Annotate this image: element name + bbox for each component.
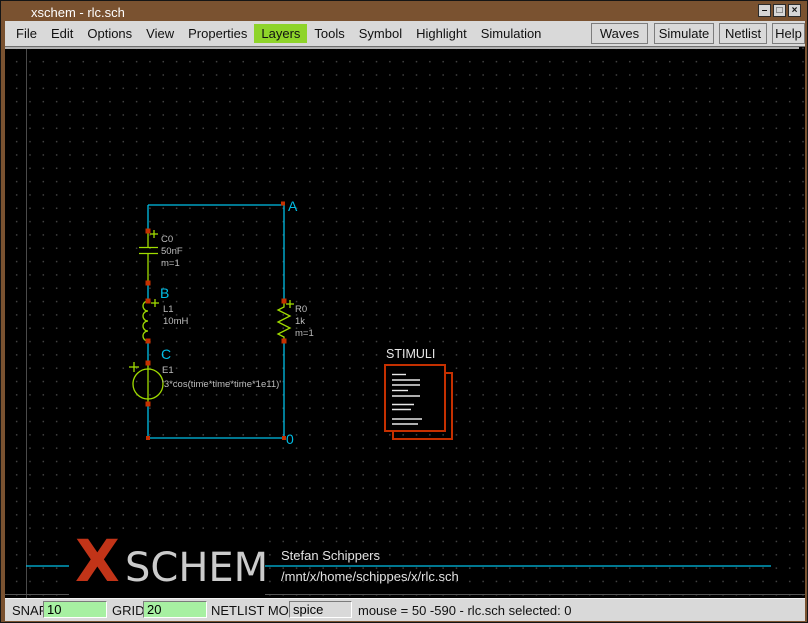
menu-item-options[interactable]: Options [80, 24, 139, 43]
menu-item-highlight[interactable]: Highlight [409, 24, 474, 43]
author-text: Stefan Schippers [281, 548, 380, 563]
inductor-symbol[interactable] [143, 299, 159, 341]
mouse-status-text: mouse = 50 -590 - rlc.sch selected: 0 [358, 603, 572, 618]
pin [146, 299, 151, 304]
stimuli-title: STIMULI [386, 347, 435, 361]
pin [282, 339, 287, 344]
waves-button[interactable]: Waves [591, 23, 648, 44]
resistor-symbol[interactable] [278, 300, 294, 341]
statusbar: SNAP: GRID: NETLIST MODE: mouse = 50 -59… [5, 598, 805, 621]
snap-input[interactable] [43, 601, 107, 618]
stimuli-block[interactable]: STIMULI [385, 347, 452, 439]
pin [146, 402, 151, 407]
inductor-value-label: 10mH [163, 316, 188, 327]
xschem-logo: X SCHEM [69, 537, 265, 597]
menu-item-simulation[interactable]: Simulation [474, 24, 549, 43]
node-label-gnd[interactable]: 0 [286, 431, 294, 447]
help-button[interactable]: Help [772, 23, 805, 44]
maximize-icon: □ [776, 5, 782, 16]
netlist-button[interactable]: Netlist [719, 23, 767, 44]
source-name-label: E1 [162, 365, 174, 376]
pin [146, 281, 151, 286]
resistor-name-label: R0 [295, 304, 307, 315]
close-button[interactable]: × [788, 4, 801, 17]
window-title: xschem - rlc.sch [31, 5, 125, 20]
menu-item-tools[interactable]: Tools [307, 24, 351, 43]
pin [146, 361, 151, 366]
wire-end-marker [146, 436, 150, 440]
pin [146, 339, 151, 344]
minimize-button[interactable]: – [758, 4, 771, 17]
schematic-drawing: A B C 0 C0 50nF m=1 L1 10mH E1 '3*cos(ti… [5, 47, 805, 598]
pin [146, 229, 151, 234]
menu-items: File Edit Options View Properties Layers… [9, 21, 548, 46]
menu-item-view[interactable]: View [139, 24, 181, 43]
file-path-text: /mnt/x/home/schippes/x/rlc.sch [281, 569, 459, 584]
netlist-mode-input[interactable] [289, 601, 352, 618]
node-label-a[interactable]: A [288, 198, 298, 214]
menu-item-symbol[interactable]: Symbol [352, 24, 409, 43]
resistor-mult-label: m=1 [295, 328, 314, 339]
maximize-button[interactable]: □ [773, 4, 786, 17]
menu-item-file[interactable]: File [9, 24, 44, 43]
node-label-b[interactable]: B [160, 285, 169, 301]
wire-end-marker [281, 202, 285, 206]
titlebar[interactable]: xschem - rlc.sch [4, 3, 804, 21]
close-icon: × [792, 5, 798, 16]
node-label-c[interactable]: C [161, 346, 171, 362]
voltage-source-symbol[interactable] [129, 362, 163, 404]
window-frame: xschem - rlc.sch – □ × File Edit Options… [0, 0, 808, 623]
capacitor-symbol[interactable] [139, 230, 158, 283]
menubar: File Edit Options View Properties Layers… [5, 21, 805, 47]
resistor-value-label: 1k [295, 316, 305, 327]
menu-item-properties[interactable]: Properties [181, 24, 254, 43]
simulate-button[interactable]: Simulate [654, 23, 714, 44]
inductor-name-label: L1 [163, 304, 174, 315]
capacitor-mult-label: m=1 [161, 258, 180, 269]
minimize-icon: – [762, 5, 768, 16]
logo-schem-text: SCHEM [125, 545, 268, 591]
pin [282, 299, 287, 304]
source-value-label: '3*cos(time*time*time*1e11)' [162, 379, 281, 390]
logo-x-glyph: X [75, 527, 120, 595]
capacitor-value-label: 50nF [161, 246, 183, 257]
schematic-canvas[interactable]: A B C 0 C0 50nF m=1 L1 10mH E1 '3*cos(ti… [5, 47, 805, 598]
menu-item-edit[interactable]: Edit [44, 24, 80, 43]
menu-item-layers[interactable]: Layers [254, 24, 307, 43]
capacitor-name-label: C0 [161, 234, 173, 245]
grid-input[interactable] [143, 601, 207, 618]
